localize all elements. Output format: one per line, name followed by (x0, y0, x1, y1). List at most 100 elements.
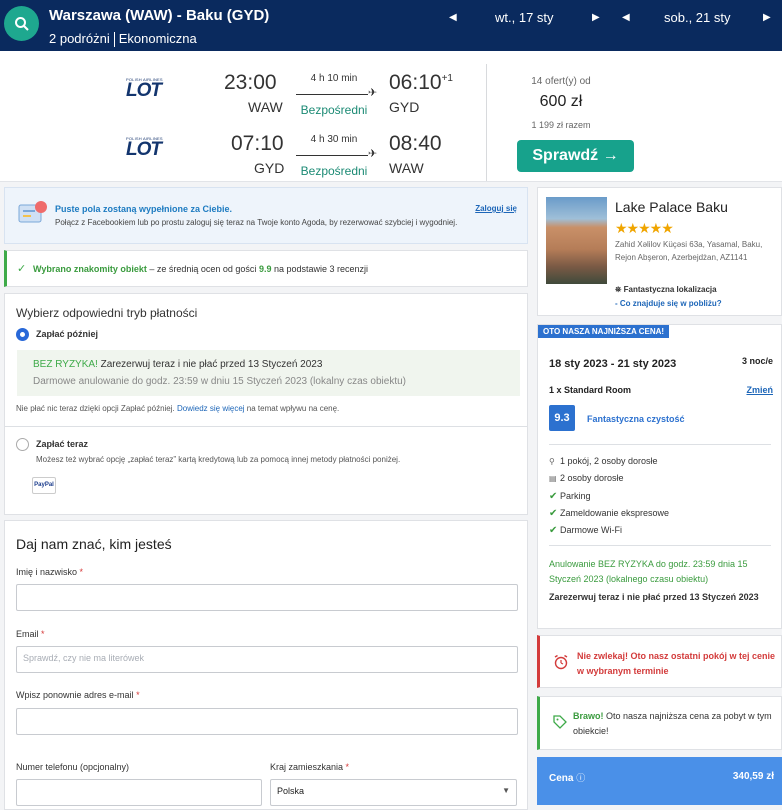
room-type: 1 x Standard Room (549, 385, 632, 395)
free-cancel-note: Anulowanie BEZ RYZYKA do godz. 23:59 dni… (549, 559, 748, 584)
login-prompt-title: Puste pola zostaną wypełnione za Ciebie. (55, 204, 233, 214)
next-depart-date-icon[interactable]: ▶ (592, 12, 600, 23)
no-risk-text: BEZ RYZYKA! Zarezerwuj teraz i nie płać … (33, 359, 323, 370)
offers-count: 14 ofert(y) od (531, 76, 591, 87)
cabin-class: Ekonomiczna (118, 31, 197, 46)
next-return-date-icon[interactable]: ▶ (763, 12, 771, 23)
feature-item: ✔ Zameldowanie ekspresowe (549, 508, 670, 519)
last-room-alert: Nie zwlekaj! Oto nasz ostatni pokój w te… (537, 635, 782, 688)
route-title[interactable]: Warszawa (WAW) - Baku (GYD) (49, 7, 269, 24)
chevron-down-icon: ▼ (502, 786, 510, 795)
search-button[interactable] (4, 6, 39, 41)
prev-depart-date-icon[interactable]: ◀ (449, 12, 457, 23)
divider (5, 426, 527, 427)
outbound-duration: 4 h 10 min (310, 73, 358, 84)
plane-icon: ✈ (368, 87, 378, 99)
alarm-clock-icon (554, 654, 568, 670)
pay-now-radio[interactable] (16, 438, 29, 451)
outbound-line (296, 94, 368, 95)
phone-input[interactable] (16, 779, 262, 806)
pay-later-radio[interactable] (16, 328, 29, 341)
lot-logo: POLISH AIRLINES LOT (126, 136, 163, 160)
guest-details-form: Daj nam znać, kim jesteś Imię i nazwisko… (4, 520, 528, 810)
learn-more-link[interactable]: Dowiedz się więcej (177, 404, 245, 413)
bed-icon: ▤ (549, 474, 557, 483)
inbound-dep-time: 07:10 (231, 132, 284, 155)
feature-item: ⚲ 1 pokój, 2 osoby dorosłe (549, 456, 658, 466)
email-confirm-input[interactable] (16, 708, 518, 735)
email-label: Email * (16, 629, 45, 639)
total-price: 1 199 zł razem (531, 120, 591, 130)
change-room-link[interactable]: Zmień (746, 385, 773, 395)
cleanliness-label: Fantastyczna czystość (587, 414, 685, 424)
pay-later-info: Nie płać nic teraz dzięki opcji Zapłać p… (16, 404, 340, 413)
feature-item: ✔ Darmowe Wi-Fi (549, 525, 622, 536)
free-cancel-text: Darmowe anulowanie do godz. 23:59 w dniu… (33, 376, 406, 387)
check-icon: ✔ (549, 525, 558, 536)
nights-count: 3 noc/e (741, 356, 773, 366)
login-prompt-subtitle: Połącz z Facebookiem lub po prostu zalog… (55, 218, 458, 227)
no-risk-box: BEZ RYZYKA! Zarezerwuj teraz i nie płać … (17, 350, 520, 396)
check-icon: ✔ (549, 508, 558, 519)
selected-property-text: Wybrano znakomity obiekt – ze średnią oc… (33, 264, 369, 274)
name-input[interactable] (16, 584, 518, 611)
login-link[interactable]: Zaloguj się (475, 204, 517, 213)
outbound-arr-time: 06:10+1 (389, 71, 453, 94)
hotel-location: ⛯ Fantastyczna lokalizacja (615, 285, 717, 294)
outbound-arr-code: GYD (389, 99, 420, 115)
pay-later-label[interactable]: Zapłać później (36, 329, 98, 339)
hotel-card: Lake Palace Baku ★★★★★ Zahid Xəlilov Küç… (537, 187, 782, 316)
plane-icon: ✈ (368, 148, 378, 160)
country-label: Kraj zamieszkania * (270, 762, 350, 772)
inbound-dep-code: GYD (254, 160, 285, 176)
return-date[interactable]: sob., 21 sty (664, 10, 730, 25)
facebook-autofill-icon (18, 201, 47, 223)
last-room-alert-text: Nie zwlekaj! Oto nasz ostatni pokój w te… (577, 651, 776, 676)
hotel-name: Lake Palace Baku (615, 199, 728, 215)
inbound-arr-code: WAW (389, 160, 424, 176)
flight-offer-card[interactable]: POLISH AIRLINES LOT 23:00 WAW 4 h 10 min … (0, 51, 782, 182)
lowest-price-text: Brawo! Oto nasza najniższa cena za pobyt… (573, 711, 772, 736)
inbound-stops: Bezpośredni (300, 164, 368, 178)
name-label: Imię i nazwisko * (16, 567, 84, 577)
price-summary-bar[interactable]: Cena ⓘ 340,59 zł (537, 757, 782, 805)
feature-item: ▤ 2 osoby dorosłe (549, 473, 624, 483)
check-offer-button[interactable]: Sprawdź → (517, 140, 634, 172)
check-icon: ✔ (549, 491, 558, 502)
price-label: Cena ⓘ (549, 773, 586, 784)
offer-price: 600 zł (539, 93, 583, 110)
outbound-dep-time: 23:00 (224, 71, 277, 94)
pay-now-label[interactable]: Zapłać teraz (36, 439, 88, 449)
country-select[interactable]: Polska ▼ (270, 779, 517, 806)
location-icon: ⛯ (615, 285, 622, 294)
price-value: 340,59 zł (732, 771, 774, 782)
outbound-dep-code: WAW (248, 99, 283, 115)
nearby-link[interactable]: - Co znajduje się w pobliżu? (615, 299, 722, 308)
email-input[interactable]: Sprawdź, czy nie ma literówek (16, 646, 518, 673)
travellers-count: 2 podróżni (49, 31, 110, 46)
inbound-line (296, 155, 368, 156)
prev-return-date-icon[interactable]: ◀ (622, 12, 630, 23)
form-title: Daj nam znać, kim jesteś (16, 536, 172, 552)
pay-now-text: Możesz też wybrać opcję „zapłać teraz” k… (36, 455, 401, 464)
lot-logo: POLISH AIRLINES LOT (126, 77, 163, 101)
stay-dates: 18 sty 2023 - 21 sty 2023 (549, 358, 677, 370)
check-icon: ✓ (17, 263, 27, 275)
lowest-price-note: Brawo! Oto nasza najniższa cena za pobyt… (537, 696, 782, 750)
hotel-photo[interactable] (546, 197, 607, 284)
inbound-arr-time: 08:40 (389, 132, 442, 155)
day-offset: +1 (441, 73, 453, 84)
selected-property-banner: ✓ Wybrano znakomity obiekt – ze średnią … (4, 250, 528, 287)
travellers-summary[interactable]: 2 podróżni Ekonomiczna (49, 31, 197, 48)
outbound-stops: Bezpośredni (300, 103, 368, 117)
divider (549, 444, 771, 445)
depart-date[interactable]: wt., 17 sty (495, 10, 554, 25)
star-rating-icon: ★★★★★ (615, 220, 674, 236)
person-icon: ⚲ (549, 457, 555, 466)
search-header: Warszawa (WAW) - Baku (GYD) 2 podróżni Ek… (0, 0, 782, 51)
search-icon (14, 16, 29, 31)
payment-method-section: Wybierz odpowiedni tryb płatności Zapłać… (4, 293, 528, 515)
phone-label: Numer telefonu (opcjonalny) (16, 762, 130, 772)
booking-summary: OTO NASZA NAJNIŻSZA CENA! 18 sty 2023 - … (537, 324, 782, 629)
lowest-price-ribbon: OTO NASZA NAJNIŻSZA CENA! (538, 325, 670, 338)
